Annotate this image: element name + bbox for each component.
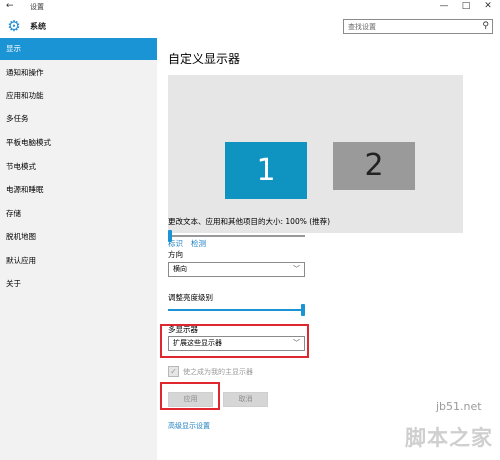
page-title: 自定义显示器 [168,52,241,66]
scale-slider-thumb[interactable] [168,230,172,242]
sidebar-item-apps-features[interactable]: 应用和功能 [0,85,157,107]
watermark-text: 脚本之家 [405,426,493,450]
orientation-label: 方向 [168,250,183,259]
sidebar-item-multitasking[interactable]: 多任务 [0,108,157,130]
brightness-slider-thumb[interactable] [301,304,305,316]
monitor-2-tile[interactable]: 2 [333,142,415,190]
sidebar-item-battery-saver[interactable]: 节电模式 [0,156,157,178]
sidebar-item-tablet-mode[interactable]: 平板电脑模式 [0,132,157,154]
sidebar-item-storage[interactable]: 存储 [0,203,157,225]
sidebar-item-notifications[interactable]: 通知和操作 [0,62,157,84]
main-content: 自定义显示器 1 2 标识 检测 更改文本、应用和其他项目的大小: 100% (推… [157,38,500,460]
advanced-display-settings-link[interactable]: 高级显示设置 [168,421,210,431]
main-display-checkbox-label: 使之成为我的主显示器 [183,368,253,376]
sidebar: 显示 通知和操作 应用和功能 多任务 平板电脑模式 节电模式 电源和睡眠 存储 … [0,38,157,460]
search-input[interactable] [344,20,474,33]
multi-display-value: 扩展这些显示器 [173,339,222,347]
main-display-checkbox[interactable]: ✓ [168,366,179,377]
sidebar-item-display[interactable]: 显示 [0,38,157,60]
scale-slider[interactable] [168,230,305,242]
window-title: 设置 [30,3,44,11]
brightness-slider-fill [168,309,303,311]
close-button[interactable]: ✕ [482,1,494,11]
sidebar-item-power-sleep[interactable]: 电源和睡眠 [0,179,157,201]
search-box[interactable]: ⚲ [343,19,493,34]
monitor-1-tile[interactable]: 1 [225,142,307,199]
sidebar-item-offline-maps[interactable]: 脱机地图 [0,226,157,248]
chevron-down-icon: ﹀ [293,339,300,347]
multi-display-dropdown[interactable]: 扩展这些显示器 ﹀ [168,336,305,351]
sidebar-item-default-apps[interactable]: 默认应用 [0,250,157,272]
page-category-title: 系统 [30,22,46,31]
sidebar-item-about[interactable]: 关于 [0,273,157,295]
apply-button[interactable]: 应用 [168,392,213,407]
gear-icon: ⚙ [7,17,21,35]
title-bar: ← 设置 — □ ✕ [0,0,500,14]
multi-display-label: 多显示器 [168,325,198,334]
scale-slider-track [168,235,305,237]
orientation-dropdown[interactable]: 横向 ﹀ [168,262,305,277]
watermark-site: jb51.net [436,400,482,413]
settings-header: ⚙ 系统 ⚲ [0,14,500,38]
display-arrangement-area: 1 2 [168,75,463,233]
brightness-slider[interactable] [168,304,305,316]
maximize-button[interactable]: □ [460,1,472,11]
cancel-button[interactable]: 取消 [223,392,268,407]
minimize-button[interactable]: — [438,1,450,11]
orientation-value: 横向 [173,265,187,273]
brightness-label: 调整亮度级别 [168,293,213,302]
back-arrow-icon[interactable]: ← [6,1,14,11]
scale-label: 更改文本、应用和其他项目的大小: 100% (推荐) [168,217,331,226]
search-icon[interactable]: ⚲ [482,21,489,31]
chevron-down-icon: ﹀ [293,265,300,273]
